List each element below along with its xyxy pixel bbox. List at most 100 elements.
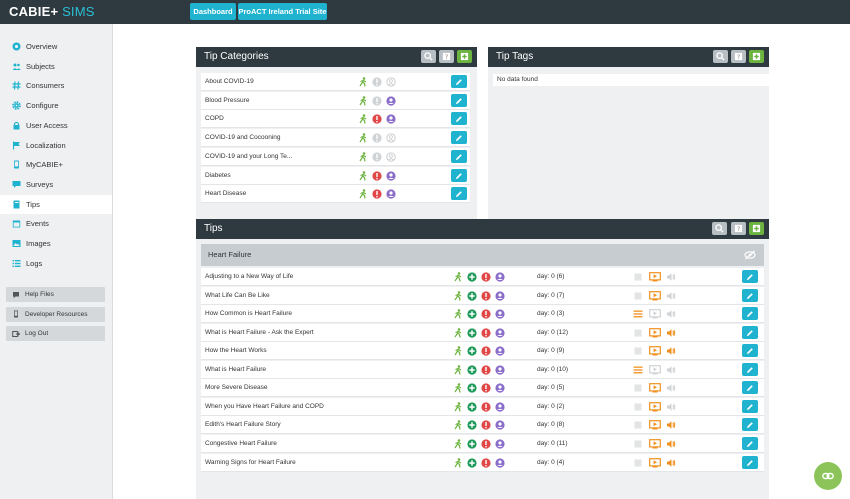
brand-sub: SIMS [62,4,95,19]
link-fab-button[interactable] [814,462,842,490]
sidebar-item-mycabie[interactable]: MyCABIE+ [0,155,112,174]
site-button[interactable]: ProACT Ireland Trial Site [238,3,327,20]
dashboard-button[interactable]: Dashboard [190,3,236,20]
sidebar-item-user-access[interactable]: User Access [0,116,112,135]
sidebar-item-tips[interactable]: Tips [0,194,112,214]
category-name: COVID-19 and Cocooning [205,134,281,142]
activity-icon [453,457,463,468]
activity-icon [453,439,463,449]
edit-button[interactable] [451,75,467,88]
help-files-button[interactable]: Help Files [6,287,105,302]
search-button[interactable] [421,50,436,63]
tip-row: More Severe Disease day: 0 (5) [201,379,764,398]
edit-button[interactable] [742,436,758,450]
sidebar-item-surveys[interactable]: Surveys [0,175,112,194]
search-button[interactable] [712,222,727,235]
activity-icon [358,151,368,162]
eye-slash-icon[interactable] [744,250,756,260]
sidebar-item-label: Logs [26,258,43,268]
help-button[interactable]: ? [731,50,746,63]
edit-button[interactable] [742,344,758,358]
edit-button[interactable] [742,455,758,469]
sidebar-item-logs[interactable]: Logs [0,254,112,273]
tip-tags-header: Tip Tags ? [488,47,769,67]
add-button[interactable] [749,50,764,63]
edit-button[interactable] [451,187,467,201]
alert-icon [372,96,382,106]
edit-button[interactable] [742,288,758,302]
category-row: About COVID-19 [201,73,470,91]
person-icon [495,457,505,468]
video-icon [649,420,661,430]
sidebar-item-images[interactable]: Images [0,234,112,253]
category-row: Diabetes [201,166,470,185]
log-out-button[interactable]: Log Out [6,326,105,341]
edit-button[interactable] [742,307,758,321]
edit-button[interactable] [742,270,758,283]
edit-button[interactable] [742,325,758,339]
edit-button[interactable] [451,112,467,126]
link-icon [822,472,834,480]
person-icon [495,346,505,356]
tip-name: What Life Can Be Like [205,291,270,299]
tip-day: day: 0 (9) [537,347,565,355]
sidebar-item-consumers[interactable]: Consumers [0,76,112,95]
sidebar-item-label: Localization [26,140,66,150]
person-icon [386,114,396,124]
brand-logo[interactable]: CABIE+ SIMS [9,4,95,19]
tip-day: day: 0 (11) [537,439,568,447]
tips-group-header[interactable]: Heart Failure [201,244,764,266]
developer-resources-button[interactable]: Developer Resources [6,306,105,322]
edit-button[interactable] [451,131,467,145]
sidebar-item-configure[interactable]: Configure [0,96,112,115]
sidebar-item-events[interactable]: Events [0,214,112,233]
alert-icon [372,170,382,181]
add-button[interactable] [457,50,472,63]
square-icon [633,383,643,393]
people-icon [12,62,21,71]
tip-categories-panel: Tip Categories ? About COVID-19 Blood Pr… [196,47,477,229]
sidebar-item-overview[interactable]: Overview [0,37,112,56]
question-icon: ? [734,52,743,61]
sidebar-item-localization[interactable]: Localization [0,136,112,155]
video-icon [649,346,661,356]
search-button[interactable] [713,50,728,63]
tip-day: day: 0 (8) [537,421,565,429]
tip-day: day: 0 (2) [537,402,565,410]
edit-button[interactable] [742,418,758,432]
add-button[interactable] [749,222,764,235]
edit-button[interactable] [451,149,467,163]
category-name: About COVID-19 [205,78,254,85]
edit-button[interactable] [451,168,467,182]
plus-icon [467,365,477,375]
help-label: Log Out [25,330,49,337]
category-row: Heart Disease [201,185,470,204]
edit-button[interactable] [742,362,758,376]
edit-button[interactable] [742,399,758,413]
tip-name: When you Have Heart Failure and COPD [205,402,324,410]
alert-icon [481,290,491,301]
sidebar-item-subjects[interactable]: Subjects [0,57,112,76]
activity-icon [358,114,368,124]
person-icon [386,77,396,87]
tips-panel: Tips ? Heart Failure Adjusting to a New … [196,219,769,499]
edit-button[interactable] [451,93,467,107]
tip-row: How Common is Heart Failure day: 0 (3) [201,305,764,324]
help-button[interactable]: ? [439,50,454,63]
tip-day: day: 0 (12) [537,328,569,336]
plus-icon [467,290,477,301]
calendar-icon [12,219,21,228]
help-button[interactable]: ? [731,222,746,235]
list-icon [633,365,643,375]
tip-row: Edith's Heart Failure Story day: 0 (8) [201,416,764,435]
add-icon [460,52,469,61]
activity-icon [453,309,463,319]
book-icon [12,200,21,209]
edit-button[interactable] [742,381,758,395]
tip-name: More Severe Disease [205,384,268,392]
tip-row: Adjusting to a New Way of Life day: 0 (6… [201,268,764,286]
sound-icon [666,458,676,468]
question-icon: ? [734,224,743,233]
lock-icon [12,121,21,130]
tip-row: How the Heart Works day: 0 (9) [201,342,764,361]
